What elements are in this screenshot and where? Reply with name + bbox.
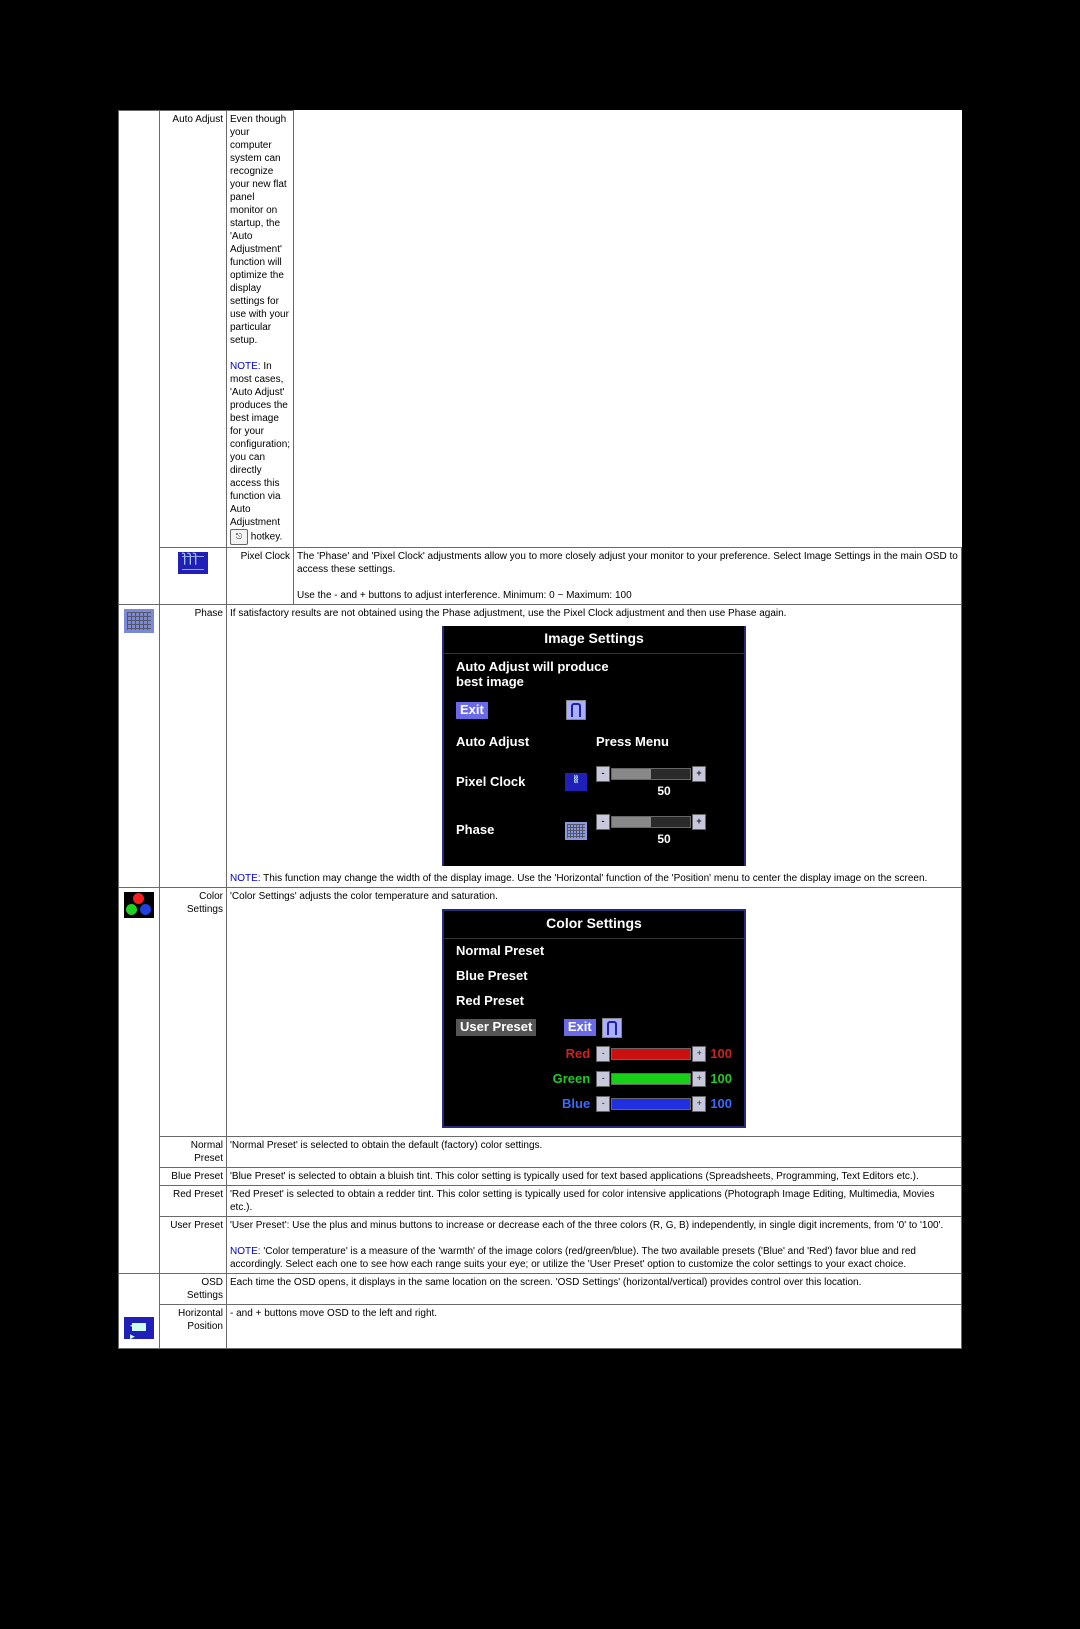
osd-exit[interactable]: Exit [456, 702, 488, 719]
desc-auto-adjust: Even though your computer system can rec… [227, 111, 294, 548]
phase-icon [124, 609, 154, 633]
exit-icon [566, 700, 586, 720]
label-pixel-clock: Pixel Clock [227, 548, 294, 605]
settings-table-main: Phase If satisfactory results are not ob… [118, 604, 962, 1349]
wave-icon: ⦚⦚ [565, 773, 587, 791]
label-horizontal-position: Horizontal Position [160, 1305, 227, 1349]
osd-press-menu: Press Menu [596, 734, 732, 751]
label-color-settings: Color Settings [160, 887, 227, 1137]
color-settings-icon [124, 892, 154, 918]
pixel-clock-icon [178, 552, 208, 574]
label-blue-preset: Blue Preset [160, 1168, 227, 1186]
osd-red-label: Red [537, 1046, 597, 1063]
desc-horizontal-position: - and + buttons move OSD to the left and… [227, 1305, 962, 1349]
hotkey-icon: ⎋ [230, 529, 248, 545]
osd-normal-preset[interactable]: Normal Preset [444, 939, 744, 964]
osd-red-preset[interactable]: Red Preset [444, 989, 744, 1014]
osd-phase[interactable]: Phase [456, 822, 556, 839]
osd-auto-adjust[interactable]: Auto Adjust [456, 734, 556, 751]
desc-user-preset: 'User Preset': Use the plus and minus bu… [227, 1217, 962, 1274]
osd-color-settings: Color Settings Normal Preset Blue Preset… [442, 909, 746, 1129]
desc-normal-preset: 'Normal Preset' is selected to obtain th… [227, 1137, 962, 1168]
desc-phase: If satisfactory results are not obtained… [227, 605, 962, 888]
label-auto-adjust: Auto Adjust [160, 111, 227, 548]
osd-title: Image Settings [444, 626, 744, 654]
osd-blue-preset[interactable]: Blue Preset [444, 964, 744, 989]
desc-color-settings: 'Color Settings' adjusts the color tempe… [227, 887, 962, 1137]
osd-blue-label: Blue [537, 1096, 597, 1113]
osd-image-settings: Image Settings Auto Adjust will produce … [442, 626, 746, 866]
note-label: NOTE: [230, 361, 261, 372]
desc-pixel-clock: The 'Phase' and 'Pixel Clock' adjustment… [294, 548, 962, 605]
osd-user-preset[interactable]: User Preset [456, 1019, 536, 1036]
desc-blue-preset: 'Blue Preset' is selected to obtain a bl… [227, 1168, 962, 1186]
label-normal-preset: Normal Preset [160, 1137, 227, 1168]
desc-red-preset: 'Red Preset' is selected to obtain a red… [227, 1186, 962, 1217]
osd-subtitle: Auto Adjust will produce best image [444, 654, 744, 690]
osd-green-label: Green [537, 1071, 597, 1088]
label-user-preset: User Preset [160, 1217, 227, 1274]
exit-icon-2 [602, 1018, 622, 1038]
grid-icon [565, 822, 587, 840]
settings-table: Auto Adjust Even though your computer sy… [118, 110, 962, 605]
green-slider[interactable]: -+ [596, 1072, 706, 1086]
label-phase: Phase [160, 605, 227, 888]
label-red-preset: Red Preset [160, 1186, 227, 1217]
osd-pixel-clock[interactable]: Pixel Clock [456, 774, 556, 791]
red-slider[interactable]: -+ [596, 1047, 706, 1061]
label-osd-settings: OSD Settings [160, 1274, 227, 1305]
horizontal-position-icon [124, 1317, 154, 1339]
pixel-clock-slider[interactable]: -+ [596, 767, 706, 781]
desc-osd-settings: Each time the OSD opens, it displays in … [227, 1274, 962, 1305]
phase-slider[interactable]: -+ [596, 815, 706, 829]
osd-exit-2[interactable]: Exit [564, 1019, 596, 1036]
blue-slider[interactable]: -+ [596, 1097, 706, 1111]
